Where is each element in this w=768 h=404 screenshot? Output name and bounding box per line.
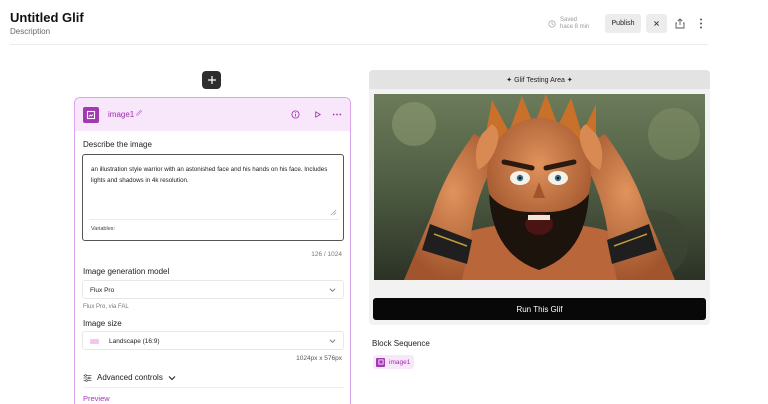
model-subtext: Flux Pro, via FAL: [83, 304, 129, 310]
saved-status: Saved hace 8 min: [548, 17, 589, 31]
chevron-down-icon: [329, 288, 336, 292]
advanced-controls-label: Advanced controls: [97, 373, 163, 382]
warrior-illustration: [374, 94, 705, 280]
size-label: Image size: [83, 319, 122, 328]
model-select[interactable]: Flux Pro: [82, 280, 344, 299]
share-button[interactable]: [672, 14, 688, 33]
play-icon[interactable]: [313, 110, 322, 119]
chevron-down-icon: [329, 339, 336, 343]
share-icon: [675, 18, 685, 29]
prompt-divider: [89, 219, 339, 220]
advanced-controls-toggle[interactable]: Advanced controls: [83, 373, 176, 382]
pencil-icon[interactable]: [135, 109, 143, 117]
size-value: Landscape (16:9): [109, 338, 160, 345]
block-sequence-title: Block Sequence: [372, 339, 430, 348]
size-select[interactable]: Landscape (16:9): [82, 331, 344, 350]
sequence-item-label: image1: [389, 358, 411, 366]
generated-image: [374, 94, 705, 280]
publish-button[interactable]: Publish: [605, 14, 641, 33]
preview-link[interactable]: Preview: [83, 394, 110, 403]
header-divider: [10, 44, 708, 45]
glif-description[interactable]: Description: [10, 27, 50, 36]
block-header: image1: [75, 98, 350, 131]
model-label: Image generation model: [83, 267, 170, 276]
saved-label: Saved: [560, 17, 578, 23]
chevron-down-icon: [168, 375, 176, 380]
resize-handle-icon[interactable]: [330, 209, 337, 216]
sliders-icon: [83, 373, 92, 382]
sequence-item-image1[interactable]: image1: [373, 355, 415, 369]
advanced-divider: [83, 387, 344, 388]
block-name[interactable]: image1: [108, 110, 134, 119]
more-horizontal-icon[interactable]: [332, 110, 342, 119]
block-image-icon: [83, 107, 99, 123]
block-image-icon: [376, 357, 385, 367]
prompt-textarea[interactable]: an illustration style warrior with an as…: [82, 154, 344, 241]
saved-text: Saved hace 8 min: [560, 17, 589, 31]
saved-time: hace 8 min: [560, 24, 590, 30]
glif-title[interactable]: Untitled Glif: [10, 10, 84, 25]
prompt-text[interactable]: an illustration style warrior with an as…: [91, 164, 339, 186]
image-dimensions: 1024px x 576px: [296, 355, 342, 362]
info-icon[interactable]: [291, 110, 300, 119]
aspect-swatch: [90, 339, 99, 344]
glif-testing-area: ✦ Glif Testing Area ✦ Run This Glif: [369, 70, 710, 325]
prompt-label: Describe the image: [83, 140, 152, 149]
close-icon: [654, 21, 659, 26]
clock-icon: [548, 20, 556, 28]
plus-icon: [207, 76, 216, 84]
add-block-button[interactable]: [202, 71, 221, 89]
more-options-button[interactable]: [694, 14, 708, 33]
testing-area-title: ✦ Glif Testing Area ✦: [369, 70, 710, 89]
close-button[interactable]: [646, 14, 667, 33]
more-vertical-icon: [700, 18, 702, 29]
model-value: Flux Pro: [90, 287, 115, 294]
header-bar: Untitled Glif Description Saved hace 8 m…: [0, 0, 768, 45]
char-count: 126 / 1024: [311, 251, 342, 258]
image-block-card: image1 Describe the image an illustratio…: [74, 97, 351, 404]
variables-label: Variables:: [91, 226, 116, 232]
run-glif-button[interactable]: Run This Glif: [373, 298, 706, 320]
